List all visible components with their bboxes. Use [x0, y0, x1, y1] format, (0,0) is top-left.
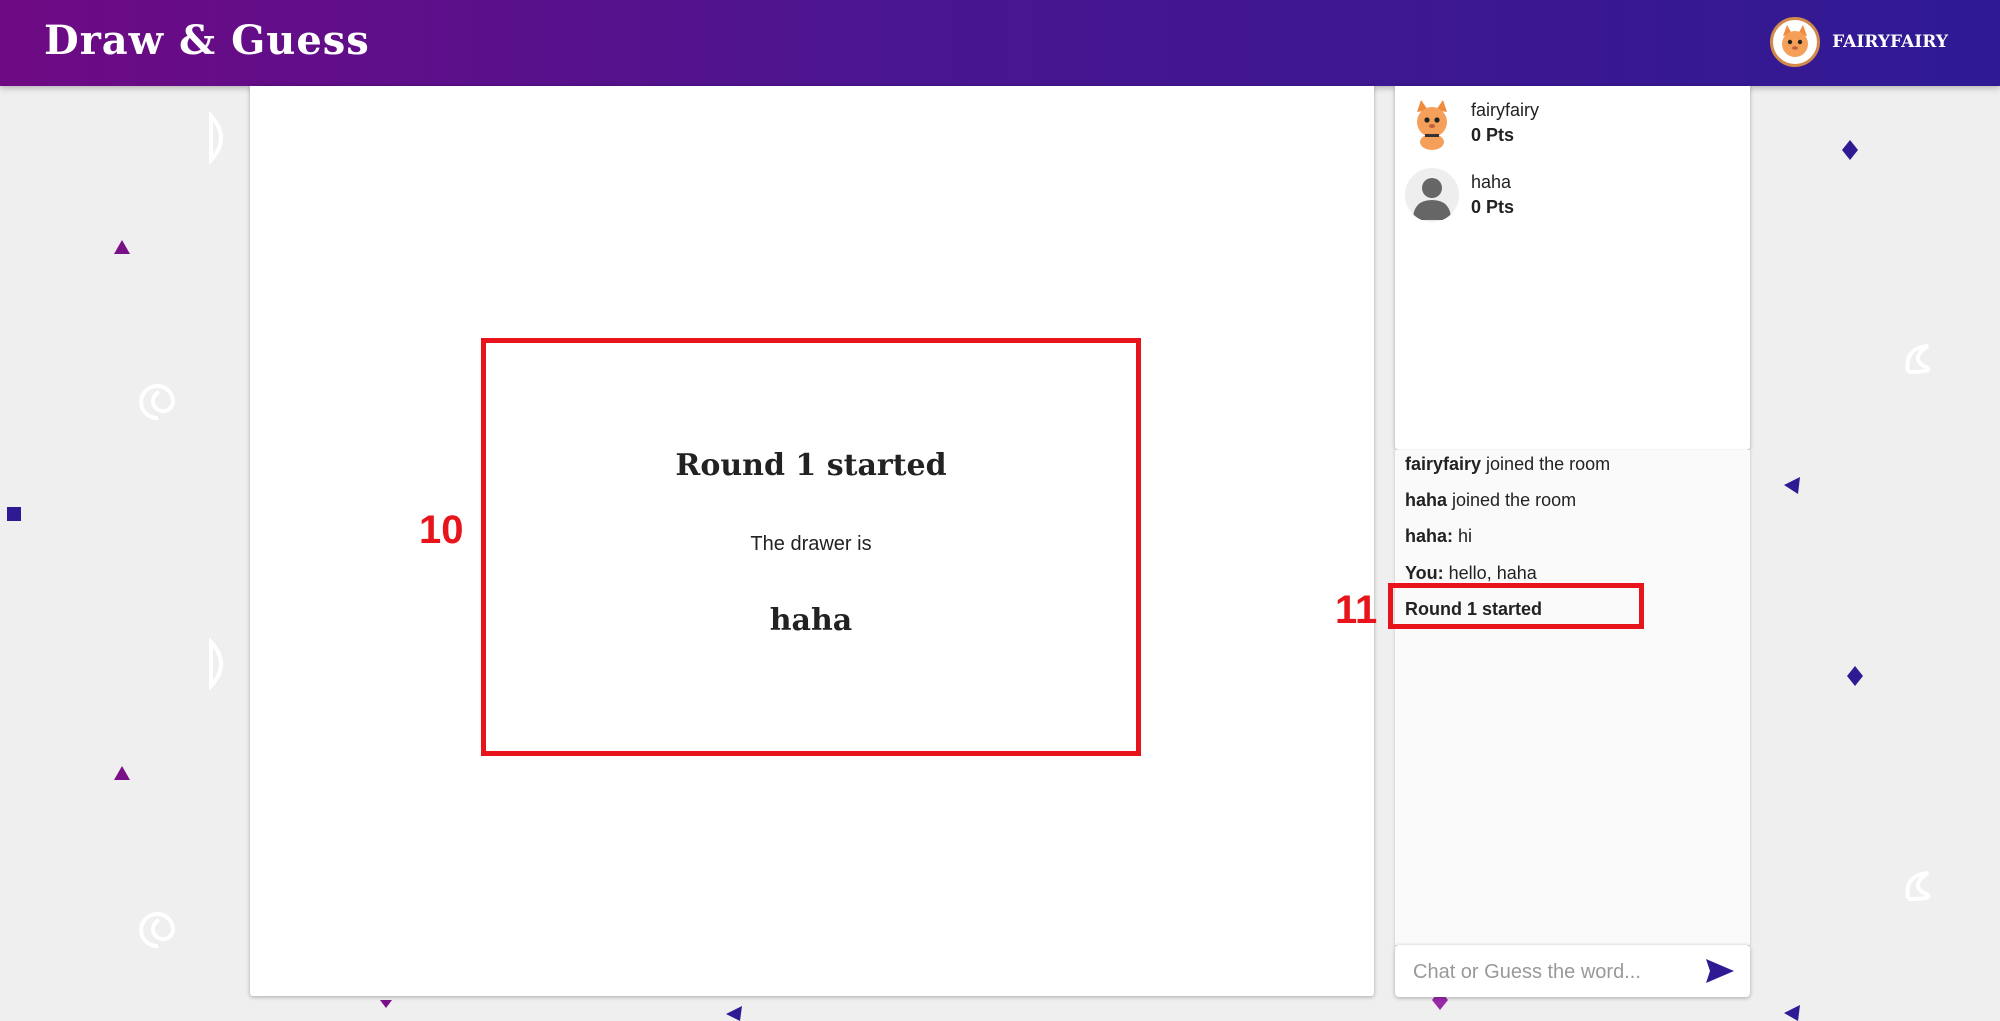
decorative-shape — [139, 912, 176, 949]
drawer-label: The drawer is — [750, 533, 872, 555]
decorative-shape — [1905, 871, 1931, 901]
decorative-shape — [1784, 477, 1800, 494]
player-name: fairyfairy — [1471, 100, 1540, 120]
decorative-shape — [209, 112, 223, 164]
chat-input[interactable] — [1411, 953, 1685, 991]
message-sender: haha: — [1405, 526, 1454, 546]
drawer-name: haha — [769, 603, 853, 638]
message-text: joined the room — [1481, 454, 1611, 474]
player-name: haha — [1471, 172, 1512, 192]
current-user-name[interactable]: FAIRYFAIRY — [1832, 32, 1948, 52]
decorative-shape — [1905, 344, 1931, 374]
round-start-overlay: Round 1 started The drawer is haha — [481, 338, 1141, 756]
annotation-label-11: 11 — [1335, 588, 1378, 632]
decorative-shape — [1847, 666, 1863, 686]
decorative-shape — [7, 507, 21, 521]
cat-avatar-icon — [1405, 96, 1459, 150]
message-sender: haha — [1405, 490, 1448, 510]
send-icon[interactable] — [1704, 957, 1736, 985]
decorative-shape — [1842, 140, 1858, 160]
decorative-shape — [139, 384, 176, 421]
app-header: Draw & Guess FAIRYFAIRY — [0, 0, 2000, 86]
chat-message: haha joined the room — [1405, 490, 1576, 511]
decorative-shape — [380, 1000, 392, 1008]
chat-input-bar — [1395, 945, 1750, 997]
message-sender: fairyfairy — [1405, 454, 1482, 474]
chat-log[interactable]: fairyfairy joined the room haha joined t… — [1388, 450, 1750, 945]
decorative-shape — [209, 638, 223, 690]
message-text: joined the room — [1447, 490, 1577, 510]
cat-avatar-icon[interactable] — [1770, 17, 1821, 67]
chat-message: haha: hi — [1405, 526, 1472, 547]
decorative-shape — [1784, 1005, 1800, 1021]
chat-message: fairyfairy joined the room — [1405, 454, 1610, 475]
annotation-label-10: 10 — [419, 508, 464, 552]
annotation-highlight-box — [1388, 583, 1644, 629]
message-sender: You: — [1405, 563, 1444, 583]
decorative-shape — [114, 766, 130, 780]
player-item[interactable]: fairyfairy 0 Pts — [1405, 96, 1539, 150]
round-title: Round 1 started — [675, 448, 947, 483]
players-list: fairyfairy 0 Pts haha 0 Pts — [1395, 86, 1750, 450]
message-text: hi — [1453, 526, 1473, 546]
player-points: 0 Pts — [1471, 125, 1515, 145]
player-item[interactable]: haha 0 Pts — [1405, 168, 1514, 222]
chat-message: You: hello, haha — [1405, 563, 1537, 584]
decorative-shape — [114, 240, 130, 254]
message-text: hello, haha — [1443, 563, 1537, 583]
decorative-shape — [726, 1006, 742, 1021]
user-menu[interactable]: FAIRYFAIRY — [1770, 17, 1948, 67]
brand-logo[interactable]: Draw & Guess — [44, 17, 370, 64]
default-user-icon — [1405, 168, 1459, 222]
player-points: 0 Pts — [1471, 197, 1515, 217]
